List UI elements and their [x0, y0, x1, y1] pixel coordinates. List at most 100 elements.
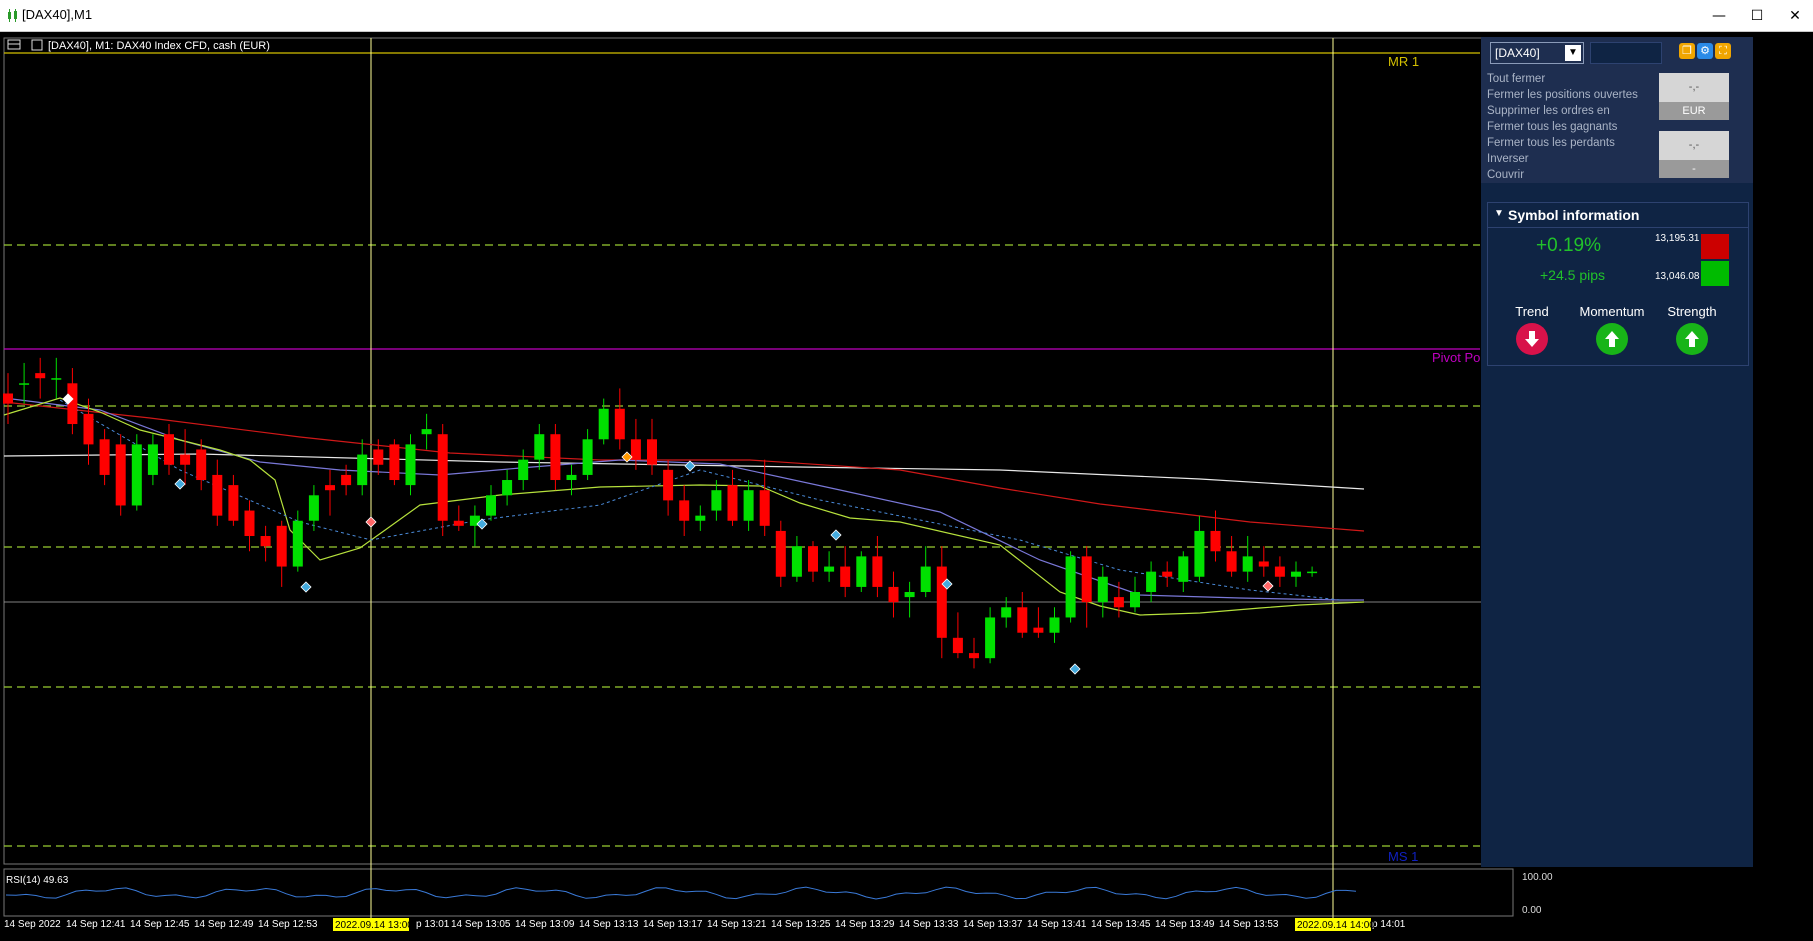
candle-body: [1210, 530, 1221, 552]
time-label: 14 Sep 13:45: [1091, 919, 1151, 930]
signal-marker-icon: [1069, 663, 1081, 675]
candle-body: [904, 592, 915, 598]
candle-body: [147, 444, 158, 475]
candle-body: [598, 408, 609, 440]
time-highlight: 2022.09.14 14:00: [1297, 920, 1375, 931]
candle-body: [244, 510, 255, 537]
time-label: 14 Sep 13:05: [451, 919, 511, 930]
candle-body: [3, 393, 13, 404]
candle-body: [502, 480, 513, 496]
action-list: Tout fermer Fermer les positions ouverte…: [1487, 71, 1638, 183]
candle-body: [1017, 607, 1028, 633]
mr1-label: MR 1: [1388, 54, 1419, 69]
candle-body: [35, 373, 46, 379]
candle-body: [1307, 571, 1318, 574]
candle-body: [824, 566, 835, 572]
candle-body: [99, 439, 110, 475]
gear-icon[interactable]: ⚙: [1697, 43, 1713, 59]
action-close-positions[interactable]: Fermer les positions ouvertes: [1487, 87, 1638, 103]
action-close-winners[interactable]: Fermer tous les gagnants: [1487, 119, 1638, 135]
candle-body: [647, 439, 657, 465]
candle-body: [775, 530, 786, 577]
candle-body: [421, 429, 432, 435]
candle-body: [1162, 571, 1173, 577]
time-label: p 13:01: [416, 919, 450, 930]
candle-body: [1113, 597, 1124, 608]
candle-body: [872, 556, 883, 587]
time-label: 14 Sep 13:21: [707, 919, 767, 930]
candle-body: [1130, 592, 1140, 608]
candle-body: [663, 469, 674, 501]
chart-header-text: [DAX40], M1: DAX40 Index CFD, cash (EUR): [48, 40, 270, 52]
candle-body: [582, 439, 593, 475]
action-close-losers[interactable]: Fermer tous les perdants: [1487, 135, 1638, 151]
chart-header: [DAX40], M1: DAX40 Index CFD, cash (EUR): [7, 39, 270, 52]
candle-body: [759, 490, 770, 526]
candle-body: [67, 383, 78, 425]
candle-body: [308, 495, 319, 521]
ma-dashed: [59, 399, 1341, 601]
symbol-select[interactable]: [DAX40] ▼: [1490, 42, 1584, 64]
strength-arrow-up-icon: [1676, 323, 1708, 355]
lot-input[interactable]: [1590, 42, 1662, 64]
candle-body: [743, 490, 754, 521]
candle-body: [856, 556, 867, 587]
time-label: 14 Sep 13:49: [1155, 919, 1215, 930]
action-close-all[interactable]: Tout fermer: [1487, 71, 1638, 87]
candle-body: [325, 485, 335, 491]
sell-pill-value: -,-: [1688, 81, 1700, 93]
candle-body: [1146, 571, 1157, 593]
symbol-info-box: ▼ Symbol information +0.19% +24.5 pips 1…: [1487, 202, 1749, 366]
candle-body: [389, 444, 400, 481]
rsi-line: [5, 886, 1357, 900]
candle-body: [630, 439, 641, 460]
rsi-scale-bottom: 0.00: [1522, 905, 1542, 916]
candle-body: [115, 444, 126, 506]
candle-body: [1081, 556, 1092, 603]
action-reverse[interactable]: Inverser: [1487, 151, 1638, 167]
time-label: 14 Sep 13:53: [1219, 919, 1279, 930]
candle-body: [83, 413, 94, 445]
candle-body: [614, 408, 625, 440]
buy-pill-currency: -: [1659, 160, 1729, 178]
candle-body: [212, 474, 223, 516]
action-delete-orders[interactable]: Supprimer les ordres en: [1487, 103, 1638, 119]
candle-body: [260, 536, 271, 547]
candle-body: [679, 500, 690, 521]
ma-white: [3, 453, 1365, 490]
sell-pill[interactable]: -,- EUR: [1659, 73, 1729, 120]
time-axis: 14 Sep 2022 14 Sep 12:41 14 Sep 12:45 14 Se…: [4, 918, 1406, 931]
time-label: 14 Sep 13:13: [579, 919, 639, 930]
time-label: 14 Sep 13:33: [899, 919, 959, 930]
candle-body: [1194, 530, 1205, 577]
copy-icon[interactable]: ❐: [1679, 43, 1695, 59]
candle-body: [341, 474, 352, 486]
minimize-icon: —: [1712, 7, 1726, 24]
candle-body: [405, 444, 416, 486]
close-button[interactable]: ✕: [1773, 0, 1813, 31]
action-hedge[interactable]: Couvrir: [1487, 167, 1638, 183]
change-percent: +0.19%: [1536, 235, 1601, 256]
candle-body: [695, 515, 706, 521]
candle-body: [1097, 576, 1108, 603]
symbol-info-header[interactable]: ▼ Symbol information: [1488, 203, 1748, 228]
signal-marker-icon: [830, 529, 842, 541]
trend-arrow-down-icon: [1516, 323, 1548, 355]
buy-pill[interactable]: -,- -: [1659, 131, 1729, 178]
chart-properties-icon: [31, 39, 43, 51]
day-low: 13,046.08: [1655, 271, 1700, 282]
candle-body: [840, 566, 851, 587]
close-icon: ✕: [1789, 7, 1801, 24]
day-high: 13,195.31: [1655, 233, 1700, 244]
candle-body: [1049, 617, 1060, 633]
candle-body: [1178, 556, 1189, 582]
expand-icon[interactable]: ⛶: [1715, 43, 1731, 59]
app-icon: [8, 9, 17, 22]
window-title: [DAX40],M1: [22, 7, 93, 22]
signal-marker-icon: [365, 516, 377, 528]
time-label: 14 Sep 13:09: [515, 919, 575, 930]
candle-body: [19, 383, 30, 385]
candle-body: [1274, 566, 1285, 577]
chevron-down-icon: ▼: [1565, 45, 1581, 61]
candle-body: [276, 525, 287, 567]
